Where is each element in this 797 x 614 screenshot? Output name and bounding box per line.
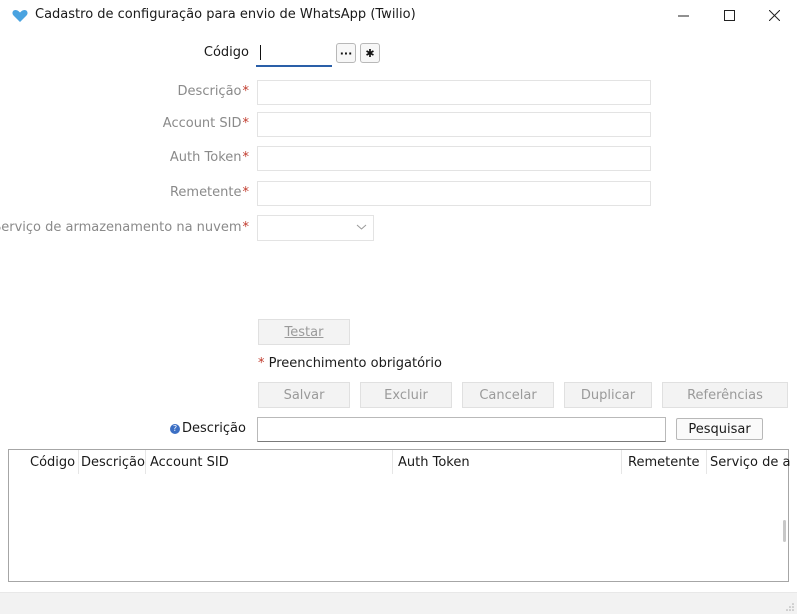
- maximize-button[interactable]: [706, 0, 752, 31]
- account-sid-label: Account SID*: [162, 116, 250, 131]
- column-header-codigo[interactable]: Código: [30, 455, 75, 470]
- help-icon[interactable]: ?: [170, 424, 180, 434]
- descricao-label: Descrição*: [177, 84, 250, 99]
- results-grid[interactable]: Código Descrição Account SID Auth Token …: [8, 449, 790, 582]
- remetente-label: Remetente*: [169, 185, 250, 200]
- codigo-label: Código: [203, 45, 249, 60]
- required-mark: *: [258, 356, 265, 371]
- scrollbar-thumb[interactable]: [783, 520, 786, 542]
- minimize-icon: [677, 15, 689, 17]
- asterisk-icon: ✱: [365, 46, 375, 60]
- remetente-field[interactable]: [257, 181, 651, 206]
- account-sid-field[interactable]: [257, 112, 651, 137]
- ellipsis-icon: ···: [339, 46, 353, 60]
- maximize-icon: [723, 10, 735, 21]
- chevron-down-icon: [356, 224, 367, 230]
- testar-label: Testar: [284, 324, 324, 340]
- search-label-text: Descrição: [182, 421, 246, 436]
- heart-icon: [12, 10, 28, 22]
- auth-token-field[interactable]: [257, 146, 651, 171]
- search-label: ? Descrição: [170, 421, 246, 436]
- auth-token-label: Auth Token*: [169, 150, 250, 165]
- column-header-auth-token[interactable]: Auth Token: [398, 455, 470, 470]
- descricao-field[interactable]: [257, 80, 651, 105]
- column-header-account-sid[interactable]: Account SID: [150, 455, 229, 470]
- referencias-button[interactable]: Referências: [662, 382, 788, 408]
- cancelar-button[interactable]: Cancelar: [462, 382, 554, 408]
- required-mark: *: [242, 150, 250, 165]
- column-header-descricao[interactable]: Descrição: [81, 455, 145, 470]
- search-input[interactable]: [257, 417, 666, 442]
- required-mark: *: [242, 185, 250, 200]
- column-header-armazenamento[interactable]: Serviço de a: [710, 455, 790, 470]
- close-icon: [768, 10, 780, 21]
- required-note-text: Preenchimento obrigatório: [268, 356, 442, 371]
- grid-header: Código Descrição Account SID Auth Token …: [9, 450, 790, 476]
- window-title: Cadastro de configuração para envio de W…: [35, 7, 416, 22]
- resize-grip-icon[interactable]: [786, 603, 794, 611]
- status-bar: [0, 592, 797, 614]
- salvar-button[interactable]: Salvar: [258, 382, 350, 408]
- required-mark: *: [242, 84, 250, 99]
- duplicar-button[interactable]: Duplicar: [564, 382, 652, 408]
- minimize-button[interactable]: [660, 0, 706, 31]
- required-mark: *: [242, 116, 250, 131]
- required-mark: *: [242, 220, 250, 235]
- column-header-remetente[interactable]: Remetente: [628, 455, 700, 470]
- testar-button[interactable]: Testar: [258, 319, 350, 345]
- text-caret: [260, 45, 261, 60]
- required-note: * Preenchimento obrigatório: [257, 356, 442, 371]
- new-record-button[interactable]: ✱: [360, 43, 380, 63]
- excluir-button[interactable]: Excluir: [360, 382, 452, 408]
- lookup-button[interactable]: ···: [336, 43, 356, 63]
- armazenamento-label: Serviço de armazenamento na nuvem*: [0, 220, 249, 235]
- codigo-input[interactable]: [256, 40, 332, 67]
- title-bar: Cadastro de configuração para envio de W…: [0, 0, 797, 31]
- pesquisar-button[interactable]: Pesquisar: [676, 418, 763, 440]
- armazenamento-select[interactable]: [257, 215, 374, 241]
- close-button[interactable]: [751, 0, 797, 31]
